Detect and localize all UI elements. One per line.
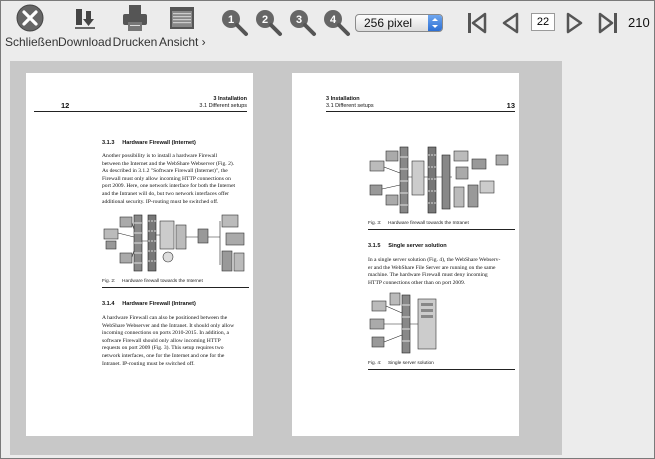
zoom-4-label: 4 [330,14,337,26]
page-number: 12 [61,101,70,110]
print-button[interactable]: Drucken [112,3,158,49]
zoom-1-button[interactable]: 1 [219,7,249,37]
view-icon [170,7,194,29]
page-number: 13 [506,101,515,110]
body-line: port 2009. Here, one network interface f… [102,183,236,190]
header-rule [34,111,247,112]
page-left: 3 Installation 3.1 Different setups 12 3… [26,73,253,436]
body-line: additional security. IP-routing must be … [102,198,219,205]
first-page-icon [468,12,487,34]
magnifier-icon: 1 [222,10,248,36]
section-body: Another possibility is to install a hard… [102,153,252,206]
page-number-input[interactable] [531,13,555,31]
pdf-viewer-window: Schließen Download Drucken Ansicht › 1 2… [0,0,655,459]
last-page-icon [598,12,617,34]
chapter-heading: 3 Installation [326,96,360,102]
figure-caption: Fig. 2: Hardware firewall towards the In… [102,279,203,284]
section-body: In a single server solution (Fig. 4), th… [368,257,518,287]
magnifier-icon: 3 [290,10,316,36]
close-icon [16,4,44,32]
body-line: er and the WebShare File Server are runn… [368,264,496,271]
previous-page-button[interactable] [499,11,521,40]
section-title: 3.1.5 Single server solution [368,243,447,249]
body-line: network interfaces, one for the Internet… [102,352,225,359]
section-title: 3.1.3 Hardware Firewall (Internet) [102,140,196,146]
header-rule [326,111,515,112]
close-label: Schließen [5,35,59,49]
body-line: A hardware Firewall can also be position… [102,315,228,321]
download-icon [75,9,95,29]
previous-page-icon [502,12,519,34]
zoom-4-button[interactable]: 4 [321,7,351,37]
page-right: 3 Installation 3.1 Different setups 13 F… [292,73,519,436]
body-line: incoming connections on ports 2010-2015.… [102,330,229,337]
view-menu-button[interactable]: Ansicht › [159,3,206,49]
side-panel [564,61,654,455]
close-button[interactable]: Schließen [5,3,59,49]
zoom-size-value: 256 pixel [364,16,413,30]
body-line: As described in 3.1.2 "Software Firewall… [102,168,228,175]
zoom-size-select[interactable]: 256 pixel [355,14,443,32]
body-line: HTTP connections other than on port 2009… [368,279,466,286]
zoom-1-label: 1 [228,14,234,26]
caption-rule [368,229,515,230]
subchapter-heading: 3.1 Different setups [199,103,247,109]
caption-rule [102,287,249,288]
view-label: Ansicht › [159,35,206,49]
next-page-button[interactable] [564,11,586,40]
zoom-3-button[interactable]: 3 [287,7,317,37]
body-line: WebShare Webserver and the Intranet. It … [102,322,235,329]
caption-rule [368,369,515,370]
body-line: requests on port 2009 (Fig. 3). This set… [102,345,224,352]
network-diagram-figure [369,292,437,354]
select-arrows-icon [428,15,442,31]
network-diagram-figure [369,146,509,214]
zoom-2-label: 2 [262,14,268,26]
total-pages: 210 [628,15,650,30]
toolbar: Schließen Download Drucken Ansicht › 1 2… [1,1,654,53]
figure-caption: Fig. 3: Hardware firewall towards the In… [368,221,469,226]
printer-icon [123,5,147,31]
network-diagram-figure [103,214,245,272]
first-page-button[interactable] [466,11,488,40]
chapter-heading: 3 Installation [213,96,247,102]
zoom-3-label: 3 [296,14,302,26]
section-body: A hardware Firewall can also be position… [102,315,252,368]
body-line: and the Intranet will do, but two networ… [102,190,229,197]
body-line: machine. The hardware Firewall must deny… [368,272,488,279]
body-line: Intranet. IP-routing must be switched of… [102,360,195,367]
figure-caption: Fig. 4: Single server solution [368,361,434,366]
section-title: 3.1.4 Hardware Firewall (Intranet) [102,301,196,307]
download-label: Download [58,35,112,49]
magnifier-icon: 2 [256,10,282,36]
download-button[interactable]: Download [58,3,112,49]
zoom-2-button[interactable]: 2 [253,7,283,37]
print-label: Drucken [112,35,158,49]
body-line: In a single server solution (Fig. 4), th… [368,257,501,263]
last-page-button[interactable] [597,11,619,40]
document-viewer[interactable]: 3 Installation 3.1 Different setups 12 3… [10,61,562,455]
next-page-icon [566,12,583,34]
body-line: Another possibility is to install a hard… [102,153,218,159]
magnifier-icon: 4 [324,10,350,36]
subchapter-heading: 3.1 Different setups [326,103,374,109]
